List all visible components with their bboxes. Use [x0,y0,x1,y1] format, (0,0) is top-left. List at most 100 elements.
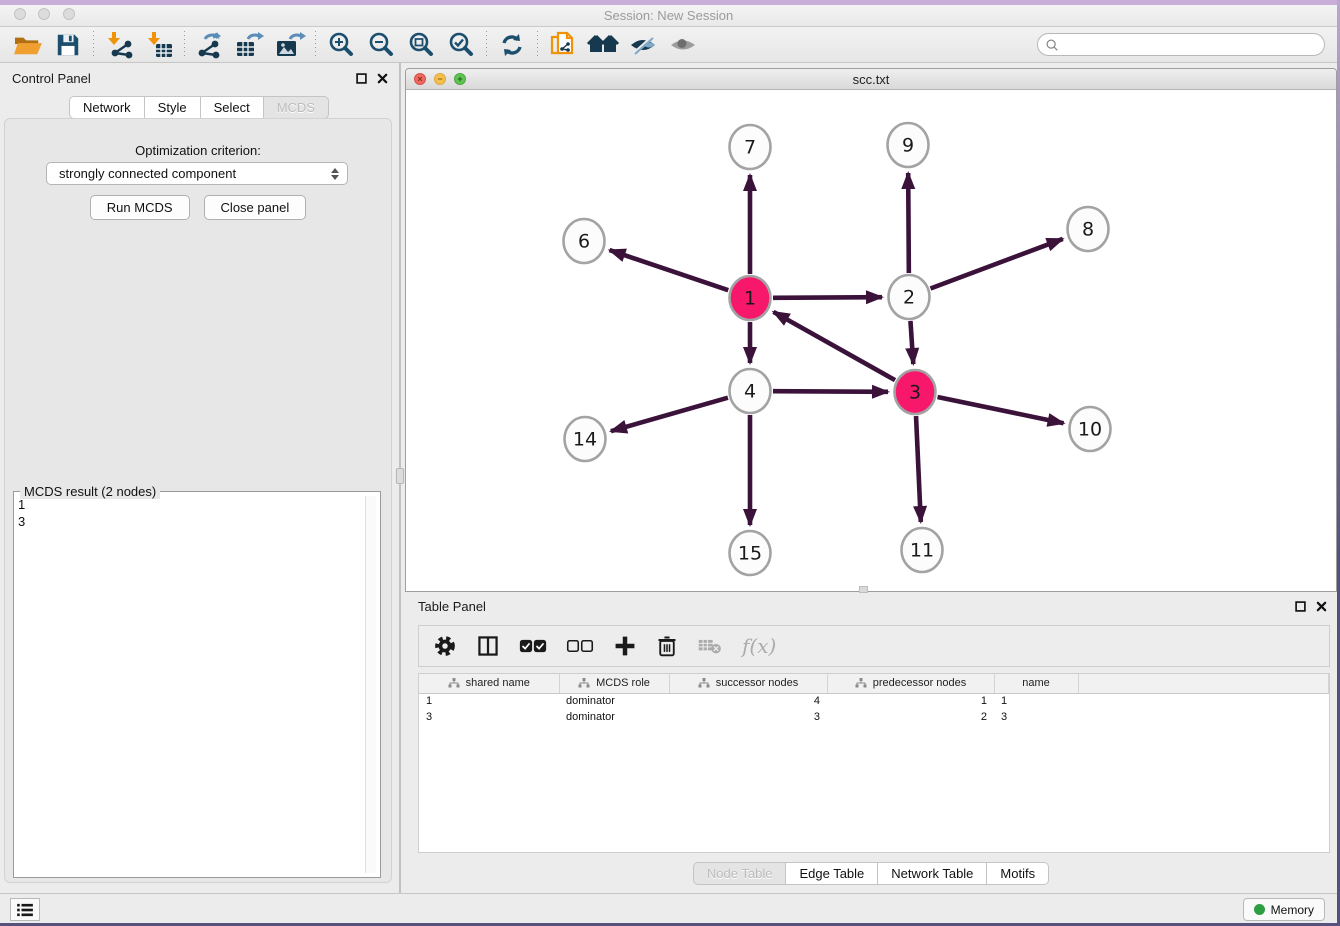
import-network-button[interactable] [99,29,139,61]
unselect-all-columns-button[interactable] [566,638,594,654]
node-6[interactable]: 6 [564,219,605,263]
edge-2-9[interactable] [908,173,909,273]
refresh-view-button[interactable] [492,29,532,61]
node-7[interactable]: 7 [730,125,771,169]
memory-label: Memory [1271,903,1314,917]
edge-4-14[interactable] [611,398,728,431]
node-8[interactable]: 8 [1068,207,1109,251]
refresh-icon [498,31,526,59]
close-panel-button[interactable]: Close panel [204,195,307,220]
table-row[interactable]: 1dominator411 [419,693,1329,709]
network-canvas[interactable]: 7 9 6 8 1 2 4 3 14 10 15 11 [406,90,1336,591]
edge-4-3[interactable] [773,391,888,392]
node-table[interactable]: shared nameMCDS rolesuccessor nodesprede… [418,673,1330,853]
delete-table-icon [697,637,723,655]
import-table-button[interactable] [139,29,179,61]
tab-node-table[interactable]: Node Table [693,862,787,885]
edge-1-2[interactable] [773,297,882,298]
control-panel-title: Control Panel [12,71,91,86]
column-header-name[interactable]: name [994,674,1078,693]
table-settings-button[interactable] [433,634,457,658]
node-4[interactable]: 4 [730,369,771,413]
edge-2-3[interactable] [910,321,913,364]
node-15[interactable]: 15 [730,531,771,575]
first-neighbors-button[interactable] [583,29,623,61]
zoom-in-icon [327,31,355,59]
network-window: × − + scc.txt 7 9 6 8 1 2 4 3 14 10 15 11 [405,68,1337,592]
edge-3-1[interactable] [773,312,895,380]
close-panel-icon[interactable] [1316,601,1327,612]
network-resize-grip[interactable] [859,586,868,593]
float-panel-icon[interactable] [356,73,367,84]
zoom-out-button[interactable] [361,29,401,61]
node-3[interactable]: 3 [895,370,936,414]
tab-style[interactable]: Style [145,96,201,119]
panel-divider-grip[interactable] [396,468,404,484]
table-row[interactable]: 3dominator323 [419,709,1329,725]
tab-network[interactable]: Network [69,96,145,119]
tab-edge-table[interactable]: Edge Table [786,862,878,885]
columns-icon [476,634,500,658]
show-all-button[interactable] [663,29,703,61]
column-header-predecessor-nodes[interactable]: predecessor nodes [827,674,994,693]
export-table-button[interactable] [230,29,270,61]
tab-network-table[interactable]: Network Table [878,862,987,885]
network-graph[interactable]: 7 9 6 8 1 2 4 3 14 10 15 11 [406,90,1336,591]
table-panel-tabs: Node TableEdge TableNetwork TableMotifs [405,862,1337,885]
run-mcds-button[interactable]: Run MCDS [90,195,190,220]
import-network-icon [104,31,134,59]
network-titlebar[interactable]: × − + scc.txt [406,69,1336,90]
float-panel-icon[interactable] [1295,601,1306,612]
column-header-successor-nodes[interactable]: successor nodes [669,674,827,693]
task-history-button[interactable] [10,898,40,921]
edge-3-10[interactable] [938,397,1064,423]
node-9[interactable]: 9 [888,123,929,167]
delete-table-button[interactable] [697,637,723,655]
tab-mcds[interactable]: MCDS [264,96,329,119]
edge-3-11[interactable] [916,416,921,522]
svg-text:8: 8 [1082,219,1094,241]
svg-text:2: 2 [903,287,915,309]
svg-text:11: 11 [910,540,934,562]
network-from-selection-button[interactable] [543,29,583,61]
zoom-selected-button[interactable] [441,29,481,61]
node-1[interactable]: 1 [730,276,771,320]
edge-2-8[interactable] [931,239,1063,289]
mcds-result-text[interactable]: 1 3 [18,496,364,873]
tab-select[interactable]: Select [201,96,264,119]
edge-1-6[interactable] [610,250,729,290]
show-columns-button[interactable] [476,634,500,658]
houses-icon [586,32,620,58]
column-header-shared-name[interactable]: shared name [419,674,559,693]
table-panel: Table Panel [405,595,1337,893]
search-input[interactable] [1059,37,1324,52]
node-14[interactable]: 14 [565,417,606,461]
zoom-fit-button[interactable] [401,29,441,61]
svg-text:6: 6 [578,231,590,253]
close-panel-icon[interactable] [377,73,388,84]
mcds-result-scrollbar[interactable] [365,496,376,873]
delete-column-button[interactable] [656,634,678,658]
node-11[interactable]: 11 [902,528,943,572]
function-builder-button[interactable]: f(x) [742,634,776,658]
export-image-button[interactable] [270,29,310,61]
optimization-criterion-select[interactable]: strongly connected component [46,162,348,185]
save-floppy-icon [55,32,81,58]
zoom-in-button[interactable] [321,29,361,61]
add-column-button[interactable] [613,634,637,658]
hide-selected-button[interactable] [623,29,663,61]
trash-icon [656,634,678,658]
table-panel-title: Table Panel [418,599,486,614]
export-network-button[interactable] [190,29,230,61]
mcds-result-box: MCDS result (2 nodes) 1 3 [13,491,381,878]
svg-text:9: 9 [902,135,914,157]
select-all-columns-button[interactable] [519,638,547,654]
node-10[interactable]: 10 [1070,407,1111,451]
tab-motifs[interactable]: Motifs [987,862,1049,885]
column-header-mcds-role[interactable]: MCDS role [559,674,669,693]
save-session-button[interactable] [48,29,88,61]
optimization-criterion-label: Optimization criterion: [5,143,391,158]
node-2[interactable]: 2 [889,275,930,319]
memory-button[interactable]: Memory [1243,898,1325,921]
open-session-button[interactable] [8,29,48,61]
